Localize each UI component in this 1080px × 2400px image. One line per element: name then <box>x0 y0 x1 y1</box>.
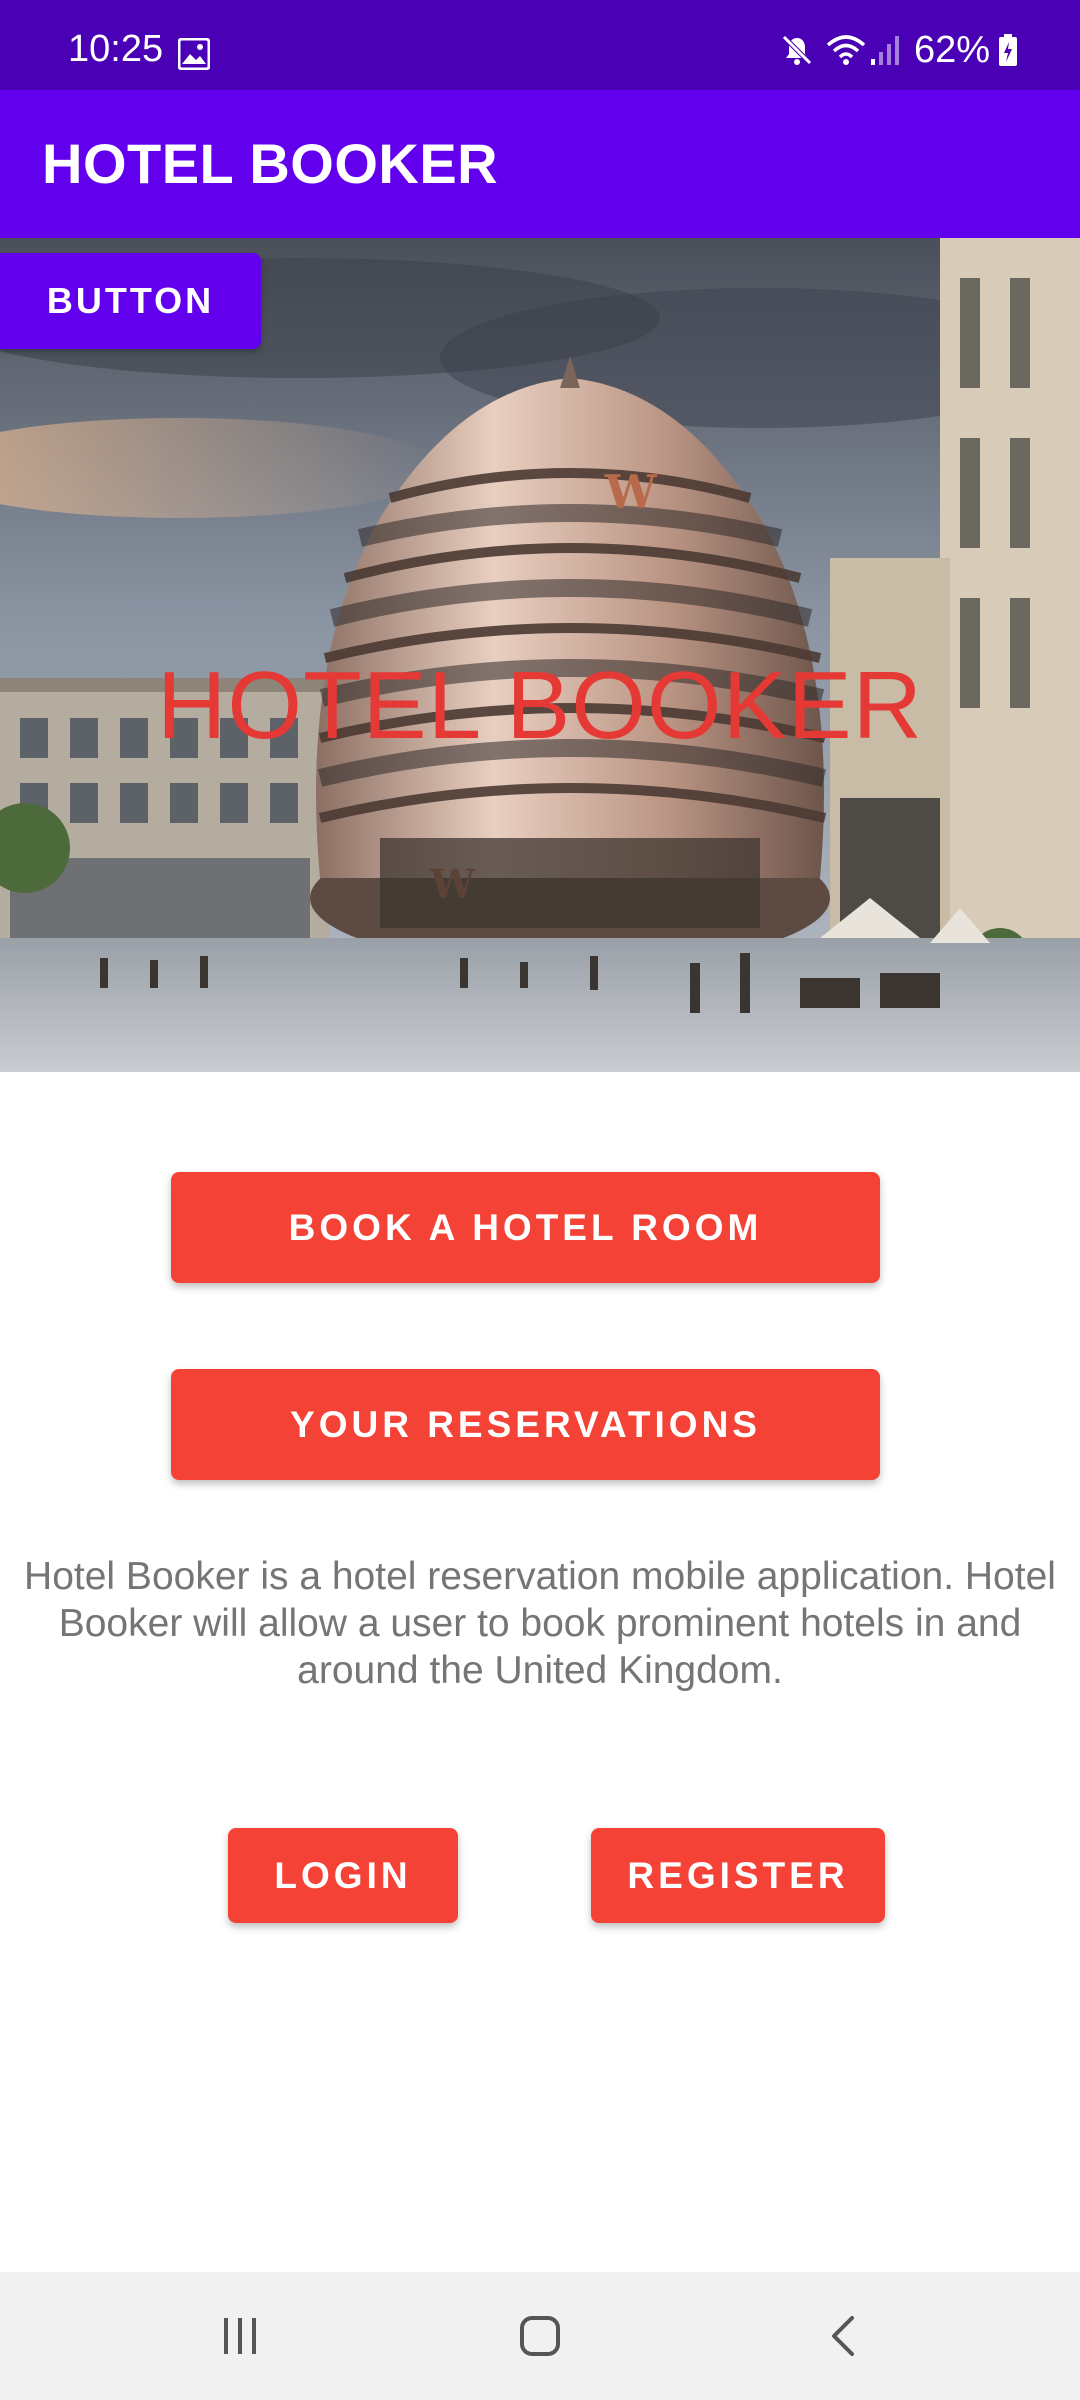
hero-image: W W HOTEL BOOKER <box>0 238 1080 1072</box>
book-hotel-room-button[interactable]: BOOK A HOTEL ROOM <box>171 1172 880 1283</box>
status-time: 10:25 <box>68 28 164 70</box>
svg-text:W: W <box>604 465 658 519</box>
gallery-icon <box>178 38 210 70</box>
hero-title: HOTEL BOOKER <box>157 652 923 759</box>
app-title: HOTEL BOOKER <box>42 132 499 195</box>
wifi-icon <box>826 35 866 65</box>
battery-icon <box>999 34 1017 66</box>
app-bar: HOTEL BOOKER <box>0 90 1080 238</box>
login-button[interactable]: LOGIN <box>228 1828 458 1923</box>
signal-icon <box>870 36 899 65</box>
status-icons: 62% <box>780 30 1018 70</box>
mute-icon <box>782 35 812 65</box>
register-button[interactable]: REGISTER <box>591 1828 885 1923</box>
navigation-bar <box>0 2272 1080 2400</box>
app-description: Hotel Booker is a hotel reservation mobi… <box>24 1555 1056 1692</box>
battery-percent: 62% <box>913 29 990 71</box>
back-icon[interactable] <box>822 2314 866 2358</box>
your-reservations-button[interactable]: YOUR RESERVATIONS <box>171 1369 880 1480</box>
status-bar: 10:25 62% <box>0 0 1080 90</box>
recent-apps-icon[interactable] <box>218 2314 262 2358</box>
home-icon[interactable] <box>518 2314 562 2358</box>
top-button[interactable]: BUTTON <box>0 253 261 349</box>
